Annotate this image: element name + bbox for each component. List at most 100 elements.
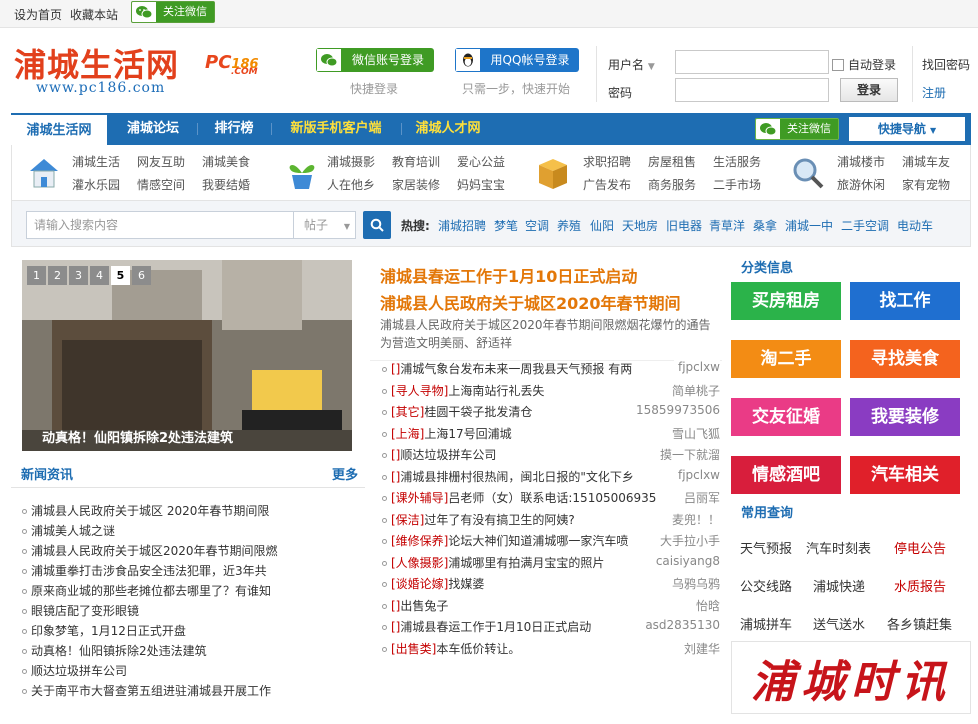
- post-title[interactable]: 上海17号回浦城: [424, 427, 511, 441]
- username-input[interactable]: [675, 50, 829, 74]
- news-item[interactable]: 原来商业城的那些老摊位都去哪里了？有谁知: [22, 582, 362, 599]
- link-food[interactable]: 浦城美食: [202, 153, 250, 170]
- category-button[interactable]: 我要装修: [850, 398, 960, 436]
- link-travel[interactable]: 旅游休闲: [837, 176, 885, 193]
- link-house-rent[interactable]: 房屋租售: [648, 153, 696, 170]
- post-title[interactable]: 浦城县春运工作于1月10日正式启动: [400, 620, 591, 634]
- slide-dot[interactable]: 1: [27, 266, 46, 285]
- post-title[interactable]: 出售兔子: [400, 599, 448, 613]
- headline-1[interactable]: 浦城县春运工作于1月10日正式启动: [380, 263, 637, 287]
- post-tag[interactable]: [寻人寻物]: [391, 384, 448, 398]
- post-title[interactable]: 桂圆干袋子批发清仓: [424, 405, 532, 419]
- gas-water-link[interactable]: 送气送水: [813, 614, 865, 633]
- hot-search-link[interactable]: 空调: [525, 217, 549, 234]
- post-title[interactable]: 吕老师（女）联系电话:15105006935: [448, 491, 656, 505]
- post-row[interactable]: []浦城县春运工作于1月10日正式启动 asd2835130: [382, 618, 720, 636]
- nav-item-jobs[interactable]: 浦城人才网: [403, 113, 493, 145]
- post-author[interactable]: asd2835130: [641, 618, 720, 632]
- link-photography[interactable]: 浦城摄影: [327, 153, 375, 170]
- nav-item-home[interactable]: 浦城生活网: [11, 113, 107, 145]
- news-slideshow[interactable]: 1 2 3 4 5 6 动真格！仙阳镇拆除2处违法建筑: [22, 260, 352, 451]
- news-item[interactable]: 眼镜店配了变形眼镜: [22, 602, 362, 619]
- post-tag[interactable]: []: [391, 362, 400, 376]
- link-chat[interactable]: 灌水乐园: [72, 176, 120, 193]
- post-row[interactable]: [人像摄影]浦城哪里有拍满月宝宝的照片 caisiyang8: [382, 553, 720, 572]
- post-title[interactable]: 本车低价转让。: [436, 642, 520, 656]
- post-author[interactable]: 15859973506: [632, 403, 720, 417]
- post-author[interactable]: 刘建华: [679, 639, 720, 657]
- post-tag[interactable]: [其它]: [391, 405, 424, 419]
- post-tag[interactable]: [谈婚论嫁]: [391, 577, 448, 591]
- post-tag[interactable]: [上海]: [391, 427, 424, 441]
- post-title[interactable]: 过年了有没有搞卫生的阿姨?: [424, 513, 574, 527]
- link-emotion[interactable]: 情感空间: [137, 176, 185, 193]
- post-author[interactable]: 吕丽军: [679, 489, 720, 506]
- post-row[interactable]: [课外辅导]吕老师（女）联系电话:15105006935 吕丽军: [382, 489, 720, 507]
- slide-dot[interactable]: 6: [132, 266, 151, 285]
- category-button[interactable]: 买房租房: [731, 282, 841, 320]
- post-title[interactable]: 浦城哪里有拍满月宝宝的照片: [448, 556, 604, 570]
- news-item[interactable]: 印象梦笔，1月12日正式开盘: [22, 622, 362, 639]
- link-pucheng-life[interactable]: 浦城生活: [72, 153, 120, 170]
- post-tag[interactable]: []: [391, 470, 400, 484]
- post-row[interactable]: [上海]上海17号回浦城 雪山飞狐: [382, 424, 720, 443]
- post-tag[interactable]: [人像摄影]: [391, 556, 448, 570]
- post-title[interactable]: 浦城气象台发布未来一周我县天气预报 有两: [400, 362, 632, 376]
- hot-search-link[interactable]: 天地房: [622, 217, 658, 234]
- post-row[interactable]: [寻人寻物]上海南站行礼丢失 简单桃子: [382, 381, 720, 400]
- slide-dot-active[interactable]: 5: [111, 266, 130, 285]
- search-input[interactable]: 请输入搜索内容: [26, 211, 294, 239]
- post-tag[interactable]: []: [391, 448, 400, 462]
- register-link[interactable]: 注册: [922, 84, 946, 101]
- post-author[interactable]: fjpclxw: [673, 360, 720, 374]
- post-author[interactable]: 大手拉小手: [655, 532, 720, 549]
- post-title[interactable]: 上海南站行礼丢失: [448, 384, 544, 398]
- news-item[interactable]: 动真格！仙阳镇拆除2处违法建筑: [22, 642, 362, 659]
- post-tag[interactable]: [课外辅导]: [391, 491, 448, 505]
- water-report-link[interactable]: 水质报告: [894, 576, 946, 595]
- category-button[interactable]: 寻找美食: [850, 340, 960, 378]
- post-row[interactable]: [维修保养]论坛大神们知道浦城哪一家汽车喷 大手拉小手: [382, 532, 720, 550]
- link-job-hunting[interactable]: 求职招聘: [583, 153, 631, 170]
- follow-wechat-button[interactable]: 关注微信: [131, 1, 215, 23]
- hot-search-link[interactable]: 旧电器: [666, 217, 702, 234]
- link-second-hand[interactable]: 二手市场: [713, 176, 761, 193]
- news-item[interactable]: 浦城重拳打击涉食品安全违法犯罪，近3年共: [22, 562, 362, 579]
- hot-search-link[interactable]: 青草洋: [709, 217, 745, 234]
- post-tag[interactable]: [维修保养]: [391, 534, 448, 548]
- wechat-login-button[interactable]: 微信账号登录: [316, 48, 434, 72]
- slide-dot[interactable]: 4: [90, 266, 109, 285]
- hot-search-link[interactable]: 仙阳: [590, 217, 614, 234]
- category-button[interactable]: 找工作: [850, 282, 960, 320]
- category-button[interactable]: 情感酒吧: [731, 456, 841, 494]
- post-title[interactable]: 论坛大神们知道浦城哪一家汽车喷: [448, 534, 628, 548]
- hot-search-link[interactable]: 电动车: [897, 217, 933, 234]
- hot-search-link[interactable]: 浦城一中: [785, 217, 833, 234]
- link-property[interactable]: 浦城楼市: [837, 153, 885, 170]
- quick-nav-dropdown[interactable]: 快捷导航 ▼: [849, 117, 965, 141]
- post-title[interactable]: 浦城县排栅村很热闹，闽北日报的"文化下乡: [400, 470, 634, 484]
- express-link[interactable]: 浦城快递: [813, 576, 865, 595]
- nav-item-forum[interactable]: 浦城论坛: [111, 113, 195, 145]
- post-row[interactable]: []顺达垃圾拼车公司 摸一下就溜: [382, 446, 720, 464]
- category-button[interactable]: 交友征婚: [731, 398, 841, 436]
- power-outage-link[interactable]: 停电公告: [894, 538, 946, 557]
- link-education[interactable]: 教育培训: [392, 153, 440, 170]
- bookmark-link[interactable]: 收藏本站: [70, 6, 118, 23]
- carpool-link[interactable]: 浦城拼车: [740, 614, 792, 633]
- post-row[interactable]: []浦城气象台发布未来一周我县天气预报 有两 fjpclxw: [382, 360, 720, 378]
- post-row[interactable]: []浦城县排栅村很热闹，闽北日报的"文化下乡 fjpclxw: [382, 467, 720, 486]
- slide-dot[interactable]: 3: [69, 266, 88, 285]
- post-author[interactable]: caisiyang8: [651, 553, 720, 568]
- post-tag[interactable]: []: [391, 599, 400, 613]
- category-button[interactable]: 汽车相关: [850, 456, 960, 494]
- link-mom-baby[interactable]: 妈妈宝宝: [457, 176, 505, 193]
- news-item[interactable]: 浦城美人城之谜: [22, 522, 362, 539]
- search-button[interactable]: [363, 211, 391, 239]
- link-pets[interactable]: 家有宠物: [902, 176, 950, 193]
- hot-search-link[interactable]: 二手空调: [841, 217, 889, 234]
- link-business[interactable]: 商务服务: [648, 176, 696, 193]
- post-author[interactable]: 乌鸦乌鸦: [667, 575, 720, 592]
- link-home-decor[interactable]: 家居装修: [392, 176, 440, 193]
- link-charity[interactable]: 爱心公益: [457, 153, 505, 170]
